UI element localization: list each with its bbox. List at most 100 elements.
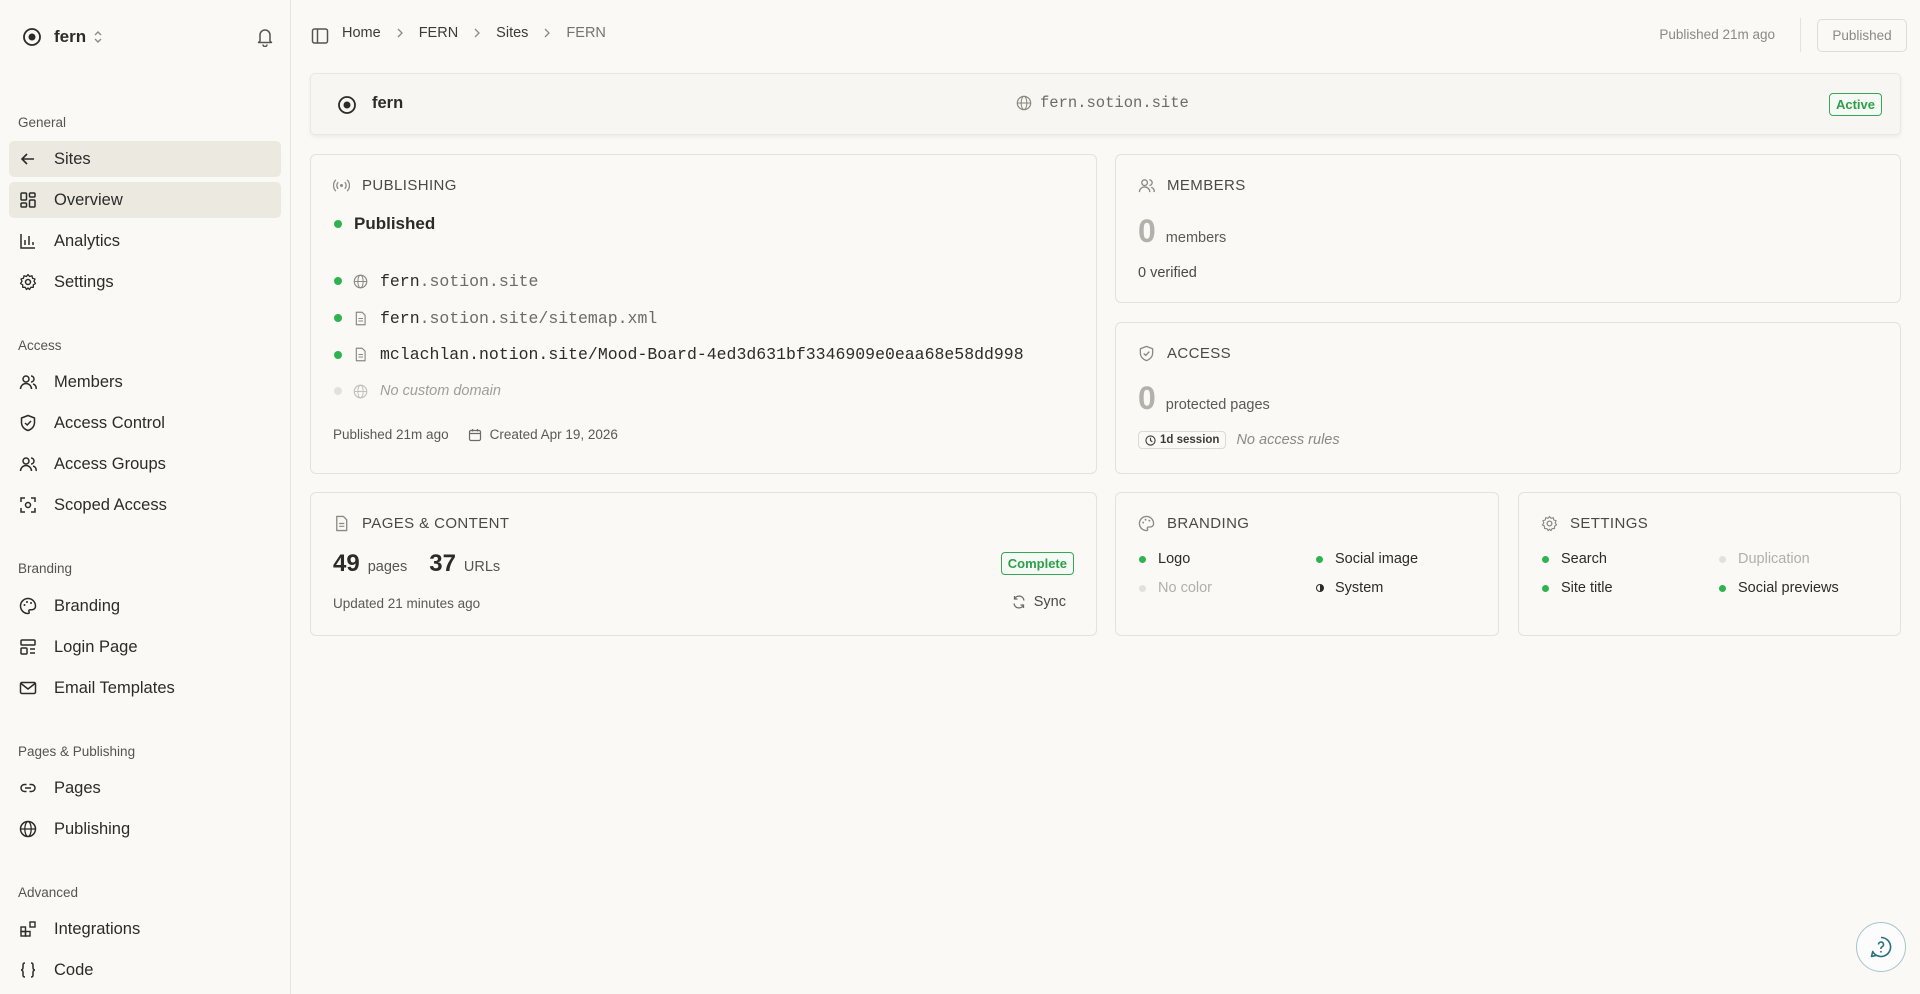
sidebar-item-members[interactable]: Members (9, 364, 281, 400)
card-title: MEMBERS (1167, 177, 1246, 194)
members-card[interactable]: MEMBERS 0 members 0 verified (1115, 154, 1901, 303)
refresh-icon (1013, 595, 1025, 609)
verified-count: 0 verified (1138, 265, 1197, 281)
globe-icon (353, 274, 368, 289)
palette-icon (19, 597, 37, 615)
sidebar-item-email-templates[interactable]: Email Templates (9, 670, 281, 706)
branding-social-image: Social image (1316, 550, 1469, 568)
custom-domain-row: No custom domain (334, 373, 1024, 410)
workspace-switcher[interactable]: fern (22, 22, 274, 52)
urls-label: URLs (463, 559, 501, 575)
site-name: fern (372, 94, 404, 112)
users-icon (19, 457, 37, 472)
card-title: BRANDING (1167, 515, 1250, 532)
sidebar-item-login-page[interactable]: Login Page (9, 629, 281, 665)
section-title-pages-publishing: Pages & Publishing (18, 744, 136, 759)
arrow-left-icon (20, 153, 34, 165)
branding-card[interactable]: BRANDING Logo Social image No color Syst… (1115, 492, 1499, 636)
published-link[interactable]: fern.sotion.site (334, 263, 1024, 300)
setting-site-title: Site title (1542, 579, 1719, 597)
grid-icon (20, 192, 36, 208)
chevron-right-icon (397, 28, 403, 38)
file-icon (355, 347, 366, 362)
settings-card[interactable]: SETTINGS Search Duplication Site title S… (1518, 492, 1901, 636)
session-chip: 1d session (1138, 431, 1227, 449)
sidebar-item-settings[interactable]: Settings (9, 264, 281, 300)
sidebar-item-publishing[interactable]: Publishing (9, 811, 281, 847)
breadcrumb-sites[interactable]: Sites (496, 25, 528, 41)
publishing-footer: Published 21m ago Created Apr 19, 2026 (333, 427, 618, 442)
chevron-right-icon (544, 28, 551, 38)
card-title: ACCESS (1167, 345, 1232, 362)
sidebar-item-sites[interactable]: Sites (9, 141, 281, 177)
status-dot (334, 350, 342, 359)
sync-button[interactable]: Sync (1012, 594, 1066, 610)
no-custom-domain: No custom domain (380, 383, 501, 400)
sidebar-item-pages[interactable]: Pages (9, 770, 281, 806)
members-label: members (1165, 230, 1227, 246)
sidebar-item-access-groups[interactable]: Access Groups (9, 446, 281, 482)
updated-time: Updated 21 minutes ago (333, 596, 481, 611)
sidebar-toggle-icon[interactable] (311, 27, 329, 45)
sidebar-item-overview[interactable]: Overview (9, 182, 281, 218)
published-link[interactable]: mclachlan.notion.site/Mood-Board-4ed3d63… (334, 336, 1024, 373)
file-icon (336, 515, 348, 532)
scope-icon (20, 497, 36, 513)
clock-icon (1145, 434, 1156, 446)
no-access-rules: No access rules (1236, 432, 1340, 448)
globe-icon (353, 384, 368, 399)
help-button[interactable] (1856, 922, 1906, 972)
target-icon (338, 96, 356, 114)
site-domain-link[interactable]: fern.sotion.site (1016, 94, 1189, 112)
breadcrumb-home[interactable]: Home (342, 25, 381, 41)
shield-icon (1139, 345, 1154, 362)
link-icon (20, 783, 36, 793)
access-card[interactable]: ACCESS 0 protected pages 1d session No a… (1115, 322, 1901, 474)
setting-social-previews: Social previews (1719, 579, 1882, 597)
shield-icon (20, 414, 36, 432)
published-links: fern.sotion.site fern.sotion.site/sitema… (334, 263, 1024, 410)
section-title-general: General (18, 115, 67, 130)
users-icon (1138, 179, 1155, 193)
members-count: 0 (1138, 213, 1156, 249)
setting-duplication: Duplication (1719, 550, 1882, 568)
status-badge: Active (1828, 93, 1882, 116)
sidebar-item-integrations[interactable]: Integrations (9, 911, 281, 947)
help-chat-icon (1870, 936, 1892, 958)
workspace-name: fern (54, 27, 87, 46)
theme-icon (1316, 584, 1324, 592)
topbar: Home FERN Sites FERN Published 21m ago P… (291, 0, 1920, 72)
sidebar-item-scoped-access[interactable]: Scoped Access (9, 487, 281, 523)
branding-logo: Logo (1139, 550, 1316, 568)
broadcast-icon (333, 179, 350, 192)
section-title-advanced: Advanced (18, 885, 79, 900)
sidebar-item-code[interactable]: Code (9, 952, 281, 988)
breadcrumb: Home FERN Sites FERN (342, 25, 606, 41)
globe-icon (19, 820, 37, 838)
sidebar-item-branding[interactable]: Branding (9, 588, 281, 624)
braces-icon (20, 962, 36, 978)
blocks-icon (20, 921, 36, 937)
breadcrumb-current: FERN (566, 25, 606, 41)
section-title-branding: Branding (18, 561, 73, 576)
published-button[interactable]: Published (1817, 19, 1907, 52)
branding-color: No color (1139, 579, 1316, 597)
published-link[interactable]: fern.sotion.site/sitemap.xml (334, 300, 1024, 337)
pages-content-card[interactable]: PAGES & CONTENT 49 pages 37 URLs Complet… (310, 492, 1097, 636)
branding-theme: System (1316, 579, 1469, 597)
calendar-icon (468, 428, 481, 441)
bell-icon[interactable] (256, 27, 274, 47)
card-title: SETTINGS (1570, 515, 1649, 532)
sidebar-item-access-control[interactable]: Access Control (9, 405, 281, 441)
sidebar-item-analytics[interactable]: Analytics (9, 223, 281, 259)
status-dot (334, 314, 342, 323)
status-dot (334, 387, 342, 396)
protected-pages-label: protected pages (1165, 397, 1270, 413)
breadcrumb-workspace[interactable]: FERN (419, 25, 458, 41)
status-dot (334, 277, 342, 286)
card-title: PAGES & CONTENT (362, 515, 510, 532)
users-icon (19, 375, 37, 390)
layout-icon (20, 639, 36, 655)
pages-count: 49 (333, 550, 360, 577)
chevron-right-icon (474, 28, 481, 38)
